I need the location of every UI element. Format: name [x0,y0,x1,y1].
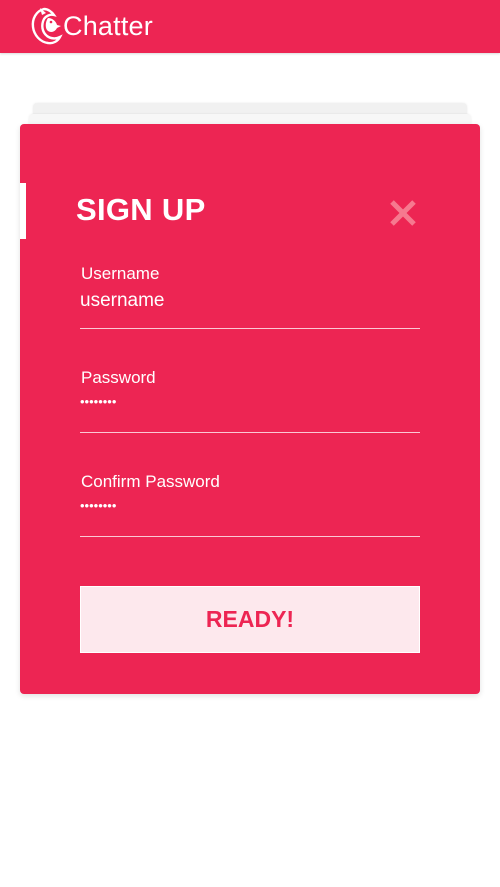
username-field: Username [80,264,420,329]
signup-card: SIGN UP Username Password •••••••• Confi… [20,124,480,694]
confirm-password-field: Confirm Password •••••••• [80,472,420,537]
app-name: Chatter [63,11,153,41]
password-field: Password •••••••• [80,368,420,433]
ready-button[interactable]: READY! [80,586,420,653]
password-input[interactable]: •••••••• [80,394,420,424]
confirm-password-label: Confirm Password [81,472,220,491]
login-card-edge [20,183,26,239]
dolphin-logo-icon[interactable] [30,6,64,46]
signup-title: SIGN UP [76,192,206,227]
password-label: Password [81,368,156,387]
confirm-password-input[interactable]: •••••••• [80,498,420,528]
username-label: Username [81,264,160,283]
close-icon[interactable] [386,196,420,230]
username-input[interactable] [80,286,420,316]
app-header: Chatter [0,0,500,53]
